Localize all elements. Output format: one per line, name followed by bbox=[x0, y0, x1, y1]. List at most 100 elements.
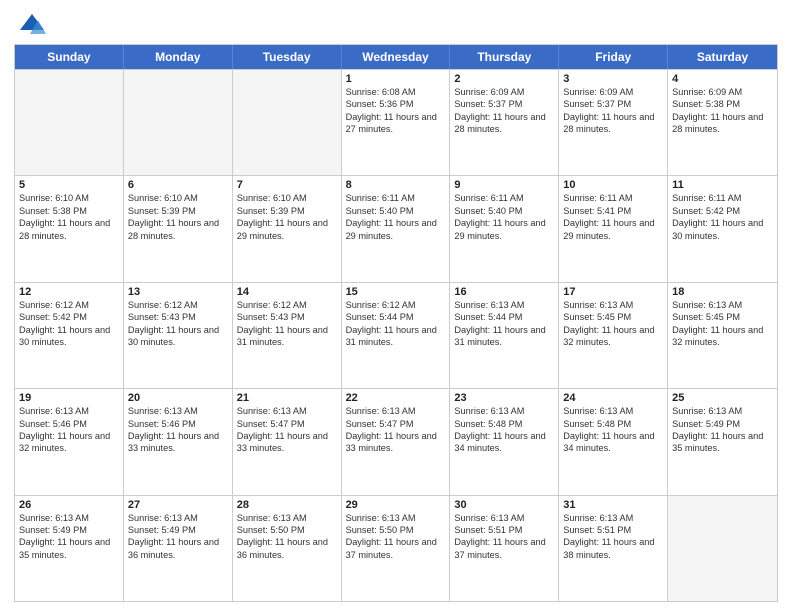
sunrise-label: Sunrise: 6:13 AM bbox=[346, 406, 416, 416]
empty-cell bbox=[233, 70, 342, 175]
header-day-saturday: Saturday bbox=[668, 45, 777, 69]
sunrise-label: Sunrise: 6:13 AM bbox=[454, 406, 524, 416]
cell-info: Sunrise: 6:10 AMSunset: 5:39 PMDaylight:… bbox=[237, 192, 337, 242]
day-number: 13 bbox=[128, 286, 228, 298]
daylight-label: Daylight: 11 hours and 36 minutes. bbox=[128, 537, 219, 559]
day-number: 1 bbox=[346, 73, 446, 85]
day-number: 19 bbox=[19, 392, 119, 404]
sunrise-label: Sunrise: 6:10 AM bbox=[128, 193, 198, 203]
sunset-label: Sunset: 5:49 PM bbox=[128, 525, 196, 535]
daylight-label: Daylight: 11 hours and 37 minutes. bbox=[346, 537, 437, 559]
day-cell-9: 9Sunrise: 6:11 AMSunset: 5:40 PMDaylight… bbox=[450, 176, 559, 281]
day-number: 20 bbox=[128, 392, 228, 404]
day-cell-2: 2Sunrise: 6:09 AMSunset: 5:37 PMDaylight… bbox=[450, 70, 559, 175]
sunrise-label: Sunrise: 6:10 AM bbox=[19, 193, 89, 203]
day-number: 25 bbox=[672, 392, 773, 404]
sunrise-label: Sunrise: 6:13 AM bbox=[346, 513, 416, 523]
cell-info: Sunrise: 6:13 AMSunset: 5:47 PMDaylight:… bbox=[346, 405, 446, 455]
sunrise-label: Sunrise: 6:09 AM bbox=[563, 87, 633, 97]
daylight-label: Daylight: 11 hours and 28 minutes. bbox=[19, 218, 110, 240]
calendar: SundayMondayTuesdayWednesdayThursdayFrid… bbox=[14, 44, 778, 602]
cell-info: Sunrise: 6:11 AMSunset: 5:41 PMDaylight:… bbox=[563, 192, 663, 242]
day-number: 10 bbox=[563, 179, 663, 191]
daylight-label: Daylight: 11 hours and 33 minutes. bbox=[128, 431, 219, 453]
day-cell-19: 19Sunrise: 6:13 AMSunset: 5:46 PMDayligh… bbox=[15, 389, 124, 494]
sunrise-label: Sunrise: 6:11 AM bbox=[454, 193, 523, 203]
sunrise-label: Sunrise: 6:13 AM bbox=[128, 406, 198, 416]
day-cell-26: 26Sunrise: 6:13 AMSunset: 5:49 PMDayligh… bbox=[15, 496, 124, 601]
cell-info: Sunrise: 6:13 AMSunset: 5:49 PMDaylight:… bbox=[19, 512, 119, 562]
day-number: 27 bbox=[128, 499, 228, 511]
cell-info: Sunrise: 6:11 AMSunset: 5:42 PMDaylight:… bbox=[672, 192, 773, 242]
daylight-label: Daylight: 11 hours and 34 minutes. bbox=[563, 431, 654, 453]
cell-info: Sunrise: 6:13 AMSunset: 5:51 PMDaylight:… bbox=[563, 512, 663, 562]
daylight-label: Daylight: 11 hours and 36 minutes. bbox=[237, 537, 328, 559]
day-cell-30: 30Sunrise: 6:13 AMSunset: 5:51 PMDayligh… bbox=[450, 496, 559, 601]
week-row-1: 1Sunrise: 6:08 AMSunset: 5:36 PMDaylight… bbox=[15, 69, 777, 175]
sunset-label: Sunset: 5:42 PM bbox=[672, 206, 740, 216]
sunset-label: Sunset: 5:38 PM bbox=[19, 206, 87, 216]
day-number: 5 bbox=[19, 179, 119, 191]
cell-info: Sunrise: 6:12 AMSunset: 5:44 PMDaylight:… bbox=[346, 299, 446, 349]
sunset-label: Sunset: 5:48 PM bbox=[454, 419, 522, 429]
day-cell-12: 12Sunrise: 6:12 AMSunset: 5:42 PMDayligh… bbox=[15, 283, 124, 388]
sunrise-label: Sunrise: 6:13 AM bbox=[563, 300, 633, 310]
calendar-body: 1Sunrise: 6:08 AMSunset: 5:36 PMDaylight… bbox=[15, 69, 777, 601]
week-row-2: 5 Sunrise: 6:10 AM Sunset: 5:38 PM Daylight… bbox=[15, 175, 777, 281]
day-cell-8: 8Sunrise: 6:11 AMSunset: 5:40 PMDaylight… bbox=[342, 176, 451, 281]
daylight-label: Daylight: 11 hours and 31 minutes. bbox=[237, 325, 328, 347]
sunset-label: Sunset: 5:43 PM bbox=[128, 312, 196, 322]
sunset-label: Sunset: 5:46 PM bbox=[128, 419, 196, 429]
daylight-label: Daylight: 11 hours and 35 minutes. bbox=[672, 431, 763, 453]
day-cell-18: 18Sunrise: 6:13 AMSunset: 5:45 PMDayligh… bbox=[668, 283, 777, 388]
sunrise-label: Sunrise: 6:13 AM bbox=[237, 513, 307, 523]
sunset-label: Sunset: 5:48 PM bbox=[563, 419, 631, 429]
day-number: 3 bbox=[563, 73, 663, 85]
sunset-label: Sunset: 5:36 PM bbox=[346, 99, 414, 109]
week-row-5: 26Sunrise: 6:13 AMSunset: 5:49 PMDayligh… bbox=[15, 495, 777, 601]
daylight-label: Daylight: 11 hours and 29 minutes. bbox=[563, 218, 654, 240]
day-cell-16: 16Sunrise: 6:13 AMSunset: 5:44 PMDayligh… bbox=[450, 283, 559, 388]
sunset-label: Sunset: 5:51 PM bbox=[454, 525, 522, 535]
daylight-label: Daylight: 11 hours and 31 minutes. bbox=[454, 325, 545, 347]
day-cell-7: 7Sunrise: 6:10 AMSunset: 5:39 PMDaylight… bbox=[233, 176, 342, 281]
header-day-tuesday: Tuesday bbox=[233, 45, 342, 69]
sunset-label: Sunset: 5:47 PM bbox=[237, 419, 305, 429]
cell-info: Sunrise: 6:10 AM Sunset: 5:38 PM Daylight:… bbox=[19, 192, 119, 242]
cell-info: Sunrise: 6:13 AMSunset: 5:51 PMDaylight:… bbox=[454, 512, 554, 562]
header-day-friday: Friday bbox=[559, 45, 668, 69]
page: SundayMondayTuesdayWednesdayThursdayFrid… bbox=[0, 0, 792, 612]
cell-info: Sunrise: 6:09 AMSunset: 5:38 PMDaylight:… bbox=[672, 86, 773, 136]
daylight-label: Daylight: 11 hours and 30 minutes. bbox=[19, 325, 110, 347]
calendar-header: SundayMondayTuesdayWednesdayThursdayFrid… bbox=[15, 45, 777, 69]
daylight-label: Daylight: 11 hours and 34 minutes. bbox=[454, 431, 545, 453]
cell-info: Sunrise: 6:13 AMSunset: 5:45 PMDaylight:… bbox=[563, 299, 663, 349]
cell-info: Sunrise: 6:13 AMSunset: 5:45 PMDaylight:… bbox=[672, 299, 773, 349]
week-row-3: 12Sunrise: 6:12 AMSunset: 5:42 PMDayligh… bbox=[15, 282, 777, 388]
day-number: 9 bbox=[454, 179, 554, 191]
cell-info: Sunrise: 6:13 AM Sunset: 5:46 PM Daylight:… bbox=[128, 405, 228, 455]
week-row-4: 19 Sunrise: 6:13 AM Sunset: 5:46 PM Dayligh… bbox=[15, 388, 777, 494]
sunset-label: Sunset: 5:46 PM bbox=[19, 419, 87, 429]
cell-info: Sunrise: 6:11 AMSunset: 5:40 PMDaylight:… bbox=[454, 192, 554, 242]
day-number: 6 bbox=[128, 179, 228, 191]
header-day-sunday: Sunday bbox=[15, 45, 124, 69]
cell-info: Sunrise: 6:13 AMSunset: 5:46 PMDaylight:… bbox=[19, 405, 119, 455]
daylight-label: Daylight: 11 hours and 27 minutes. bbox=[346, 112, 437, 134]
sunset-label: Sunset: 5:40 PM bbox=[454, 206, 522, 216]
sunset-label: Sunset: 5:45 PM bbox=[672, 312, 740, 322]
cell-info: Sunrise: 6:13 AMSunset: 5:49 PMDaylight:… bbox=[128, 512, 228, 562]
sunset-label: Sunset: 5:49 PM bbox=[672, 419, 740, 429]
day-cell-15: 15Sunrise: 6:12 AMSunset: 5:44 PMDayligh… bbox=[342, 283, 451, 388]
day-number: 23 bbox=[454, 392, 554, 404]
day-number: 16 bbox=[454, 286, 554, 298]
cell-info: Sunrise: 6:13 AMSunset: 5:44 PMDaylight:… bbox=[454, 299, 554, 349]
day-cell-28: 28Sunrise: 6:13 AMSunset: 5:50 PMDayligh… bbox=[233, 496, 342, 601]
day-number: 8 bbox=[346, 179, 446, 191]
cell-info: Sunrise: 6:13 AMSunset: 5:50 PMDaylight:… bbox=[346, 512, 446, 562]
day-number: 18 bbox=[672, 286, 773, 298]
cell-info: Sunrise: 6:11 AMSunset: 5:40 PMDaylight:… bbox=[346, 192, 446, 242]
cell-info: Sunrise: 6:09 AMSunset: 5:37 PMDaylight:… bbox=[454, 86, 554, 136]
sunset-label: Sunset: 5:44 PM bbox=[346, 312, 414, 322]
day-number: 28 bbox=[237, 499, 337, 511]
